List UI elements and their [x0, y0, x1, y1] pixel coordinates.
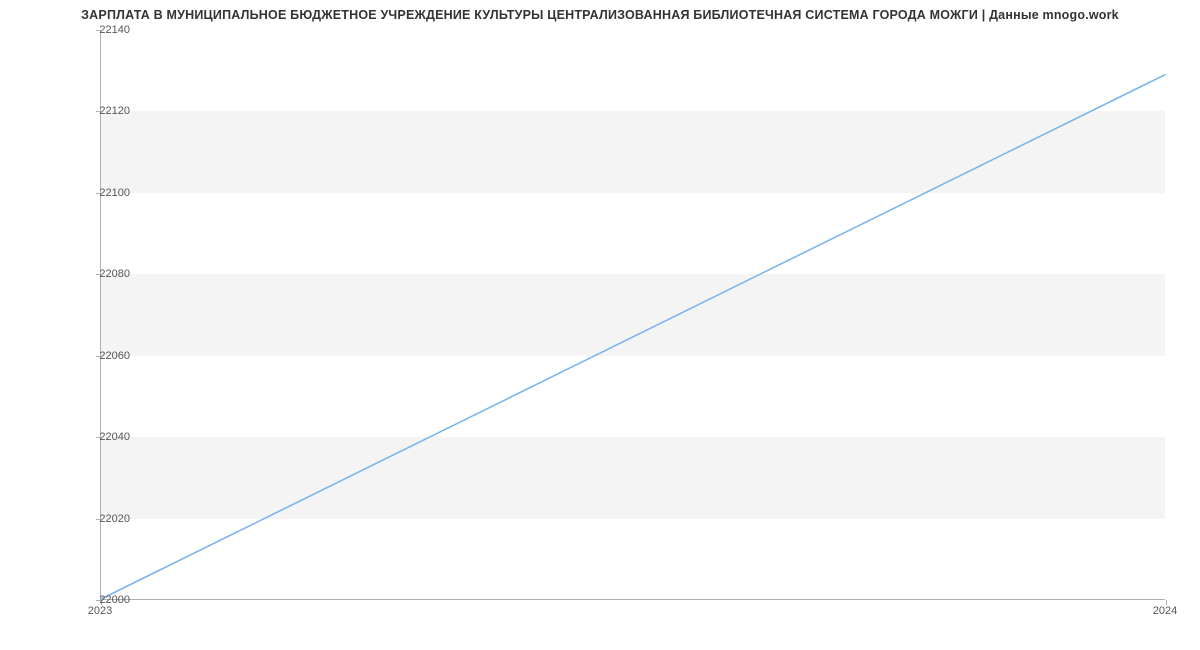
- line-layer: [101, 30, 1165, 599]
- plot-area: [100, 30, 1165, 600]
- x-tick-label: 2023: [88, 605, 112, 617]
- y-tick-label: 22140: [70, 24, 130, 36]
- y-tick-label: 22120: [70, 105, 130, 117]
- y-tick-label: 22100: [70, 187, 130, 199]
- y-tick-label: 22020: [70, 513, 130, 525]
- series-line: [101, 75, 1165, 599]
- y-tick-label: 22040: [70, 431, 130, 443]
- chart-title: ЗАРПЛАТА В МУНИЦИПАЛЬНОЕ БЮДЖЕТНОЕ УЧРЕЖ…: [0, 8, 1200, 22]
- x-tick-label: 2024: [1153, 605, 1177, 617]
- y-tick-label: 22080: [70, 268, 130, 280]
- y-tick-label: 22060: [70, 350, 130, 362]
